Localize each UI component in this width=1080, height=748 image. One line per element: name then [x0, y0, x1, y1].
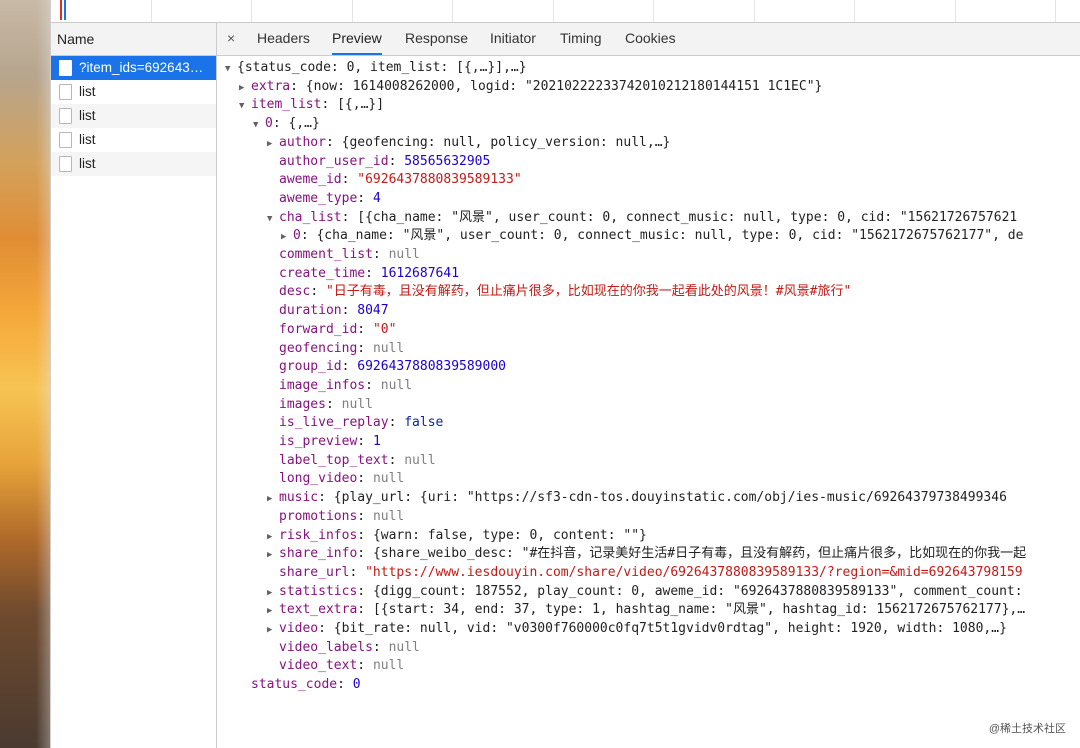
tree-row-share-url: share_url: "https://www.iesdouyin.com/sh…: [279, 564, 1023, 580]
tree-row-video-labels: video_labels: null: [279, 639, 420, 655]
request-row-list[interactable]: list: [51, 80, 216, 104]
tab-cookies[interactable]: Cookies: [625, 23, 676, 54]
tree-row-desc: desc: "日子有毒，且没有解药，但止痛片很多，比如现在的你我一起看此处的风景…: [279, 284, 852, 300]
collapsed-triangle-icon: ▶: [267, 138, 273, 149]
tree-row-geofencing: geofencing: null: [279, 340, 405, 356]
grid-line: [352, 0, 353, 22]
load-event-marker: [60, 0, 62, 20]
request-name: list: [79, 84, 96, 99]
collapsed-triangle-icon: ▶: [267, 494, 273, 505]
collapsed-triangle-icon: ▶: [267, 606, 273, 617]
close-icon[interactable]: ×: [227, 30, 235, 46]
tree-row-music[interactable]: ▶ music: {play_url: {uri: "https://sf3-cd…: [267, 489, 1007, 508]
tab-timing[interactable]: Timing: [560, 23, 602, 54]
grid-line: [151, 0, 152, 22]
request-row-list[interactable]: list: [51, 128, 216, 152]
tree-row-extra[interactable]: ▶ extra: {now: 1614008262000, logid: "202…: [239, 78, 822, 97]
tree-row-item-0[interactable]: ▼ 0: {,…}: [253, 115, 320, 134]
tree-row-label-top-text: label_top_text: null: [279, 452, 436, 468]
tree-row-text-extra[interactable]: ▶ text_extra: [{start: 34, end: 37, type:…: [267, 601, 1025, 620]
name-column-header[interactable]: Name: [51, 23, 216, 56]
tree-row-forward-id: forward_id: "0": [279, 321, 397, 337]
expanded-triangle-icon: ▼: [267, 213, 273, 224]
request-row-list[interactable]: list: [51, 152, 216, 176]
tree-row-status-code: status_code: 0: [251, 677, 361, 693]
json-preview-tree: ▼ {status_code: 0, item_list: [{,…}],…} ▶…: [217, 56, 1080, 748]
detail-tabbar: × Headers Preview Response Initiator Tim…: [217, 23, 1080, 56]
request-row-item-ids[interactable]: ?item_ids=692643…: [51, 56, 216, 80]
grid-line: [251, 0, 252, 22]
tree-row-long-video: long_video: null: [279, 471, 405, 487]
tree-row-comment-list: comment_list: null: [279, 247, 420, 262]
tree-row-risk-infos[interactable]: ▶ risk_infos: {warn: false, type: 0, cont…: [267, 527, 647, 546]
collapsed-triangle-icon: ▶: [267, 587, 273, 598]
tree-row-images: images: null: [279, 396, 373, 412]
tree-row-cha-list[interactable]: ▼ cha_list: [{cha_name: "风景", user_count:…: [267, 209, 1017, 228]
collapsed-triangle-icon: ▶: [267, 625, 273, 635]
document-icon: [59, 60, 72, 76]
tree-row-item-list[interactable]: ▼ item_list: [{,…}]: [239, 96, 384, 115]
desktop-wallpaper: [0, 0, 50, 748]
tab-preview[interactable]: Preview: [332, 23, 382, 55]
tab-response[interactable]: Response: [405, 23, 468, 54]
tree-row-statistics[interactable]: ▶ statistics: {digg_count: 187552, play_c…: [267, 583, 1023, 602]
collapsed-triangle-icon: ▶: [267, 531, 273, 542]
expanded-triangle-icon: ▼: [239, 101, 245, 112]
expanded-triangle-icon: ▼: [225, 64, 231, 74]
tree-row-duration: duration: 8047: [279, 303, 389, 319]
network-overview-timeline[interactable]: [51, 0, 1080, 23]
tree-row-video-text: video_text: null: [279, 658, 405, 674]
document-icon: [59, 156, 72, 172]
collapsed-triangle-icon: ▶: [239, 82, 245, 93]
tree-row-is-preview: is_preview: 1: [279, 434, 381, 449]
collapsed-triangle-icon: ▶: [281, 232, 287, 243]
tree-row-share-info[interactable]: ▶ share_info: {share_weibo_desc: "#在抖音，记录…: [267, 545, 1026, 564]
watermark: @稀土技术社区: [988, 723, 1066, 735]
tree-row-image-infos: image_infos: null: [279, 377, 413, 393]
tree-row-author[interactable]: ▶ author: {geofencing: null, policy_versi…: [267, 134, 670, 153]
tree-row-aweme-id: aweme_id: "6926437880839589133": [279, 172, 522, 188]
request-name: list: [79, 156, 96, 171]
document-icon: [59, 108, 72, 124]
tab-initiator[interactable]: Initiator: [490, 23, 536, 54]
tree-row-author-user-id: author_user_id: 58565632905: [279, 153, 491, 169]
document-icon: [59, 132, 72, 148]
tree-row-aweme-type: aweme_type: 4: [279, 190, 381, 206]
tree-row-is-live-replay: is_live_replay: false: [279, 415, 444, 431]
tree-row-cha-0[interactable]: ▶ 0: {cha_name: "风景", user_count: 0, conn…: [281, 227, 1023, 246]
grid-line: [1055, 0, 1056, 22]
request-name: list: [79, 108, 96, 123]
grid-line: [553, 0, 554, 22]
request-list: Name ?item_ids=692643… list list list li…: [51, 23, 217, 748]
grid-line: [955, 0, 956, 22]
tree-row-group-id: group_id: 6926437880839589000: [279, 359, 506, 375]
collapsed-triangle-icon: ▶: [267, 550, 273, 561]
tree-row-create-time: create_time: 1612687641: [279, 265, 460, 281]
devtools-network-panel: Name ?item_ids=692643… list list list li…: [50, 0, 1080, 748]
request-row-list[interactable]: list: [51, 104, 216, 128]
tree-row-promotions: promotions: null: [279, 508, 405, 524]
request-detail-pane: × Headers Preview Response Initiator Tim…: [217, 23, 1080, 748]
request-name: ?item_ids=692643…: [79, 60, 204, 75]
domcontentloaded-marker: [64, 0, 66, 20]
tree-row-video[interactable]: ▶ video: {bit_rate: null, vid: "v0300f760…: [267, 620, 1007, 639]
grid-line: [754, 0, 755, 22]
request-name: list: [79, 132, 96, 147]
tree-row-root[interactable]: ▼ {status_code: 0, item_list: [{,…}],…}: [225, 59, 527, 78]
grid-line: [452, 0, 453, 22]
tab-headers[interactable]: Headers: [257, 23, 310, 54]
grid-line: [854, 0, 855, 22]
grid-line: [653, 0, 654, 22]
expanded-triangle-icon: ▼: [253, 120, 259, 131]
document-icon: [59, 84, 72, 100]
